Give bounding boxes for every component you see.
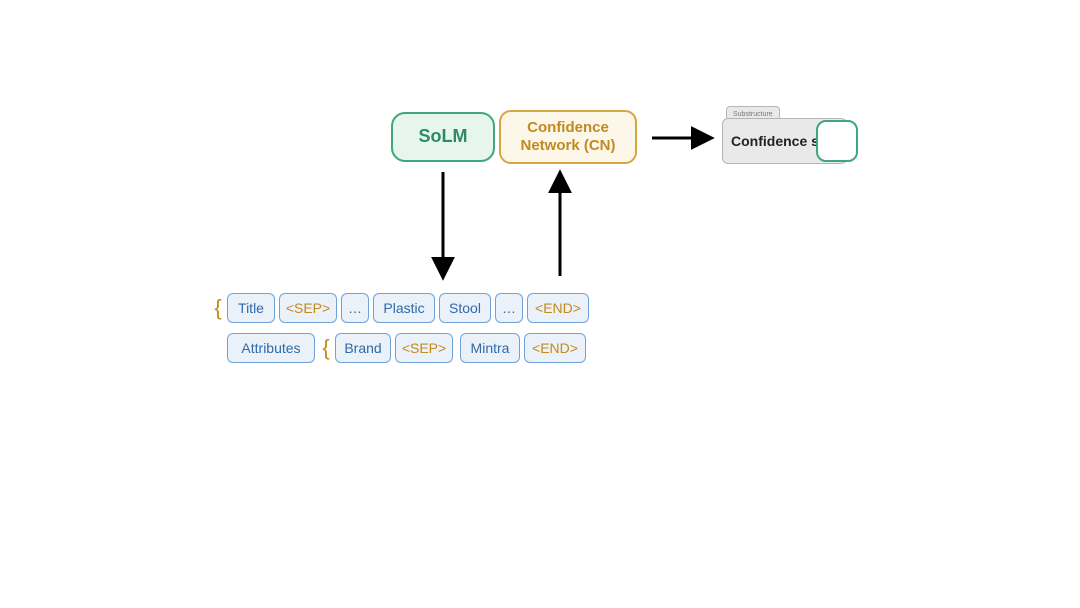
token-plastic: Plastic [373, 293, 435, 323]
token-plastic-text: Plastic [383, 300, 424, 316]
token-sep-1-text: <SEP> [286, 300, 330, 316]
token-attributes: Attributes [227, 333, 315, 363]
token-sep-2: <SEP> [395, 333, 453, 363]
token-brand: Brand [335, 333, 391, 363]
token-ellipsis-2: … [495, 293, 523, 323]
brace-open-2: { [319, 333, 333, 363]
token-title-text: Title [238, 300, 264, 316]
token-attributes-text: Attributes [241, 340, 300, 356]
confidence-score-tab-label: Substructure [733, 111, 773, 118]
token-title: Title [227, 293, 275, 323]
token-ellipsis-1-text: … [348, 300, 362, 316]
token-brand-text: Brand [344, 340, 381, 356]
token-end-1-text: <END> [535, 300, 581, 316]
confidence-network-label: Confidence Network (CN) [507, 119, 629, 155]
confidence-network-box: Confidence Network (CN) [499, 110, 637, 164]
token-stool-text: Stool [449, 300, 481, 316]
token-mintra-text: Mintra [471, 340, 510, 356]
token-end-2: <END> [524, 333, 586, 363]
token-ellipsis-1: … [341, 293, 369, 323]
confidence-score-box: Substructure Confidence score [722, 118, 850, 164]
token-stool: Stool [439, 293, 491, 323]
token-mintra: Mintra [460, 333, 520, 363]
brace-open-1-text: { [214, 295, 221, 321]
token-ellipsis-2-text: … [502, 300, 516, 316]
brace-open-1: { [211, 293, 225, 323]
token-sep-2-text: <SEP> [402, 340, 446, 356]
brace-open-2-text: { [322, 335, 329, 361]
confidence-score-slot [816, 120, 858, 162]
solm-box: SoLM [391, 112, 495, 162]
token-end-1: <END> [527, 293, 589, 323]
solm-label: SoLM [419, 126, 468, 148]
token-end-2-text: <END> [532, 340, 578, 356]
token-sep-1: <SEP> [279, 293, 337, 323]
